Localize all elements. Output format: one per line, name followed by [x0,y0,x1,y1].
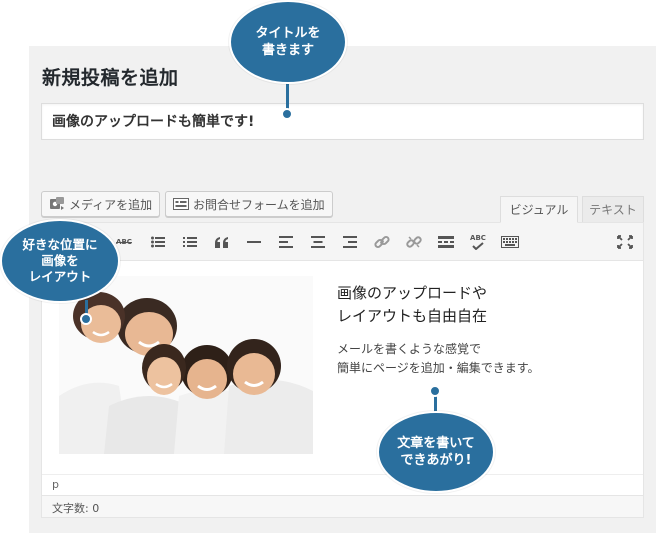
tab-visual[interactable]: ビジュアル [500,196,578,223]
callout-done-line1: 文章を書いて [397,436,475,451]
link-icon [374,235,390,249]
page-title: 新規投稿を追加 [42,67,179,89]
toolbar-toggle-button[interactable] [500,233,520,251]
element-path[interactable]: p [42,474,643,495]
align-left-icon [279,236,293,248]
unlink-icon [406,236,422,248]
post-title-value: 画像のアップロードも簡単です! [52,114,255,130]
align-left-button[interactable] [276,233,296,251]
content-body-line1: メールを書くような感覚で [337,342,482,356]
add-contact-form-button[interactable]: お問合せフォームを追加 [165,191,333,217]
numbered-list-button[interactable] [180,233,200,251]
insert-link-button[interactable] [372,233,392,251]
editor-area: ABC ABC 画像のアップロードや レイアウトも自由自在 メールを書くような感… [41,222,644,518]
add-media-button[interactable]: メディアを追加 [41,191,161,217]
read-more-button[interactable] [436,233,456,251]
callout-done-dot [429,385,441,397]
tab-visual-label: ビジュアル [509,203,569,217]
element-path-label: p [52,478,59,491]
word-count-label: 文字数: 0 [52,502,100,515]
form-icon [173,197,189,211]
children-photo-image [59,276,313,454]
callout-layout: 好きな位置に 画像を レイアウト [0,219,120,303]
quote-icon [215,236,228,248]
editor-content[interactable]: 画像のアップロードや レイアウトも自由自在 メールを書くような感覚で 簡単にペー… [42,262,643,474]
post-title-input[interactable]: 画像のアップロードも簡単です! [41,103,644,140]
bullet-list-button[interactable] [148,233,168,251]
align-center-button[interactable] [308,233,328,251]
checkmark-icon [472,242,484,250]
add-media-label: メディアを追加 [69,197,153,212]
content-body-line2: 簡単にページを追加・編集できます。 [337,361,540,375]
align-right-icon [343,236,357,248]
keyboard-icon [501,236,519,248]
callout-layout-line3: レイアウト [28,269,92,284]
remove-link-button[interactable] [404,233,424,251]
horizontal-line-icon [247,241,261,243]
editor-toolbar: ABC ABC [42,223,643,261]
callout-layout-dot [80,313,92,325]
content-heading: 画像のアップロードや レイアウトも自由自在 [337,282,487,328]
content-body: メールを書くような感覚で 簡単にページを追加・編集できます。 [337,340,540,378]
add-contact-form-label: お問合せフォームを追加 [193,197,325,212]
align-right-button[interactable] [340,233,360,251]
callout-title-dot [281,108,293,120]
tab-text-label: テキスト [589,203,637,217]
fullscreen-icon [617,235,633,249]
word-count: 文字数: 0 [42,495,643,517]
callout-done: 文章を書いて できあがり! [377,411,495,493]
tab-text[interactable]: テキスト [582,196,644,223]
align-center-icon [311,236,325,248]
read-more-icon [438,236,454,248]
callout-title-line2: 書きます [261,43,314,58]
spellcheck-label: ABC [470,234,486,242]
callout-title-line1: タイトルを [255,26,321,41]
callout-layout-line1: 好きな位置に [22,237,98,252]
fullscreen-button[interactable] [615,233,635,251]
spellcheck-button[interactable]: ABC [468,233,488,251]
blockquote-button[interactable] [212,233,232,251]
callout-title: タイトルを 書きます [229,0,347,84]
strikethrough-label: ABC [116,238,132,246]
horizontal-line-button[interactable] [244,233,264,251]
callout-done-line2: できあがり! [400,453,472,468]
content-heading-line2: レイアウトも自由自在 [337,307,488,325]
bullet-list-icon [151,236,165,248]
inserted-photo[interactable] [59,276,313,454]
media-icon [49,197,65,211]
callout-layout-line2: 画像を [41,253,79,268]
content-heading-line1: 画像のアップロードや [337,284,488,302]
numbered-list-icon [183,237,197,247]
